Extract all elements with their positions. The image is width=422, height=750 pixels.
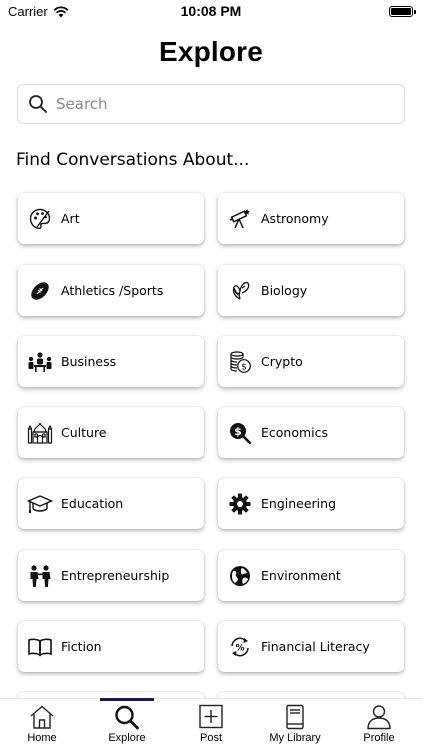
meeting-icon: [27, 349, 53, 375]
telescope-icon: [227, 206, 253, 232]
category-card-athletics-sports[interactable]: Athletics /Sports: [18, 265, 204, 316]
butterfly-icon: [227, 278, 253, 304]
category-card-financial-literacy[interactable]: % Financial Literacy: [218, 621, 404, 672]
tab-label: Explore: [108, 732, 146, 744]
category-card-education[interactable]: Education: [18, 478, 204, 529]
tab-explore[interactable]: Explore: [97, 699, 157, 750]
football-icon: [27, 278, 53, 304]
tab-label: Home: [27, 732, 57, 744]
battery-icon: [389, 6, 416, 17]
graduation-cap-icon: [27, 491, 53, 517]
category-label: Financial Literacy: [261, 639, 370, 654]
book-icon: [27, 634, 53, 660]
globe-icon: [227, 563, 253, 589]
tab-profile[interactable]: Profile: [349, 699, 409, 750]
category-card-culture[interactable]: Culture: [18, 407, 204, 458]
mosque-icon: [27, 420, 53, 446]
svg-text:$: $: [241, 362, 247, 372]
tab-my-library[interactable]: My Library: [262, 699, 328, 750]
tab-bar: Home Explore Post My Library Profile: [0, 698, 422, 750]
category-label: Fiction: [61, 639, 102, 654]
tab-home[interactable]: Home: [12, 699, 72, 750]
category-card-engineering[interactable]: Engineering: [218, 478, 404, 529]
search-input[interactable]: [56, 95, 376, 113]
section-title: Find Conversations About...: [16, 150, 250, 170]
category-label: Athletics /Sports: [61, 283, 164, 298]
category-label: Biology: [261, 283, 308, 298]
tab-label: Post: [199, 732, 222, 744]
category-card-art[interactable]: Art: [18, 193, 204, 244]
category-label: Engineering: [261, 496, 336, 511]
dollar-search-icon: $: [227, 420, 253, 446]
tab-label: Profile: [363, 732, 395, 744]
status-time: 10:08 PM: [180, 3, 242, 19]
gear-icon: [227, 491, 253, 517]
category-card-fiction[interactable]: Fiction: [18, 621, 204, 672]
category-label: Economics: [261, 425, 329, 440]
category-label: Art: [61, 211, 80, 226]
percent-cycle-icon: %: [227, 634, 253, 660]
category-card-biology[interactable]: Biology: [218, 265, 404, 316]
coins-icon: $: [227, 349, 253, 375]
people-icon: [27, 563, 53, 589]
plus-square-icon: [199, 704, 223, 729]
category-label: Entrepreneurship: [61, 568, 170, 583]
category-label: Astronomy: [261, 211, 329, 226]
search-icon: [115, 705, 139, 730]
library-book-icon: [286, 704, 304, 730]
category-card-crypto[interactable]: $ Crypto: [218, 336, 404, 387]
tab-post[interactable]: Post: [181, 699, 241, 750]
person-icon: [367, 705, 391, 730]
svg-text:%: %: [235, 643, 244, 653]
tab-label: My Library: [269, 732, 321, 744]
category-card-entrepreneurship[interactable]: Entrepreneurship: [18, 550, 204, 601]
category-card-astronomy[interactable]: Astronomy: [218, 193, 404, 244]
category-label: Crypto: [261, 354, 303, 369]
status-bar: Carrier 10:08 PM: [0, 0, 422, 24]
category-label: Environment: [261, 568, 341, 583]
category-label: Culture: [61, 425, 107, 440]
category-label: Business: [61, 354, 117, 369]
search-bar[interactable]: [17, 84, 405, 124]
page-title: Explore: [158, 36, 264, 67]
category-label: Education: [61, 496, 124, 511]
search-icon: [29, 95, 47, 113]
palette-icon: [27, 206, 53, 232]
category-card-economics[interactable]: $ Economics: [218, 407, 404, 458]
svg-text:$: $: [234, 425, 242, 438]
category-card-environment[interactable]: Environment: [218, 550, 404, 601]
home-icon: [30, 705, 54, 729]
category-card-business[interactable]: Business: [18, 336, 204, 387]
